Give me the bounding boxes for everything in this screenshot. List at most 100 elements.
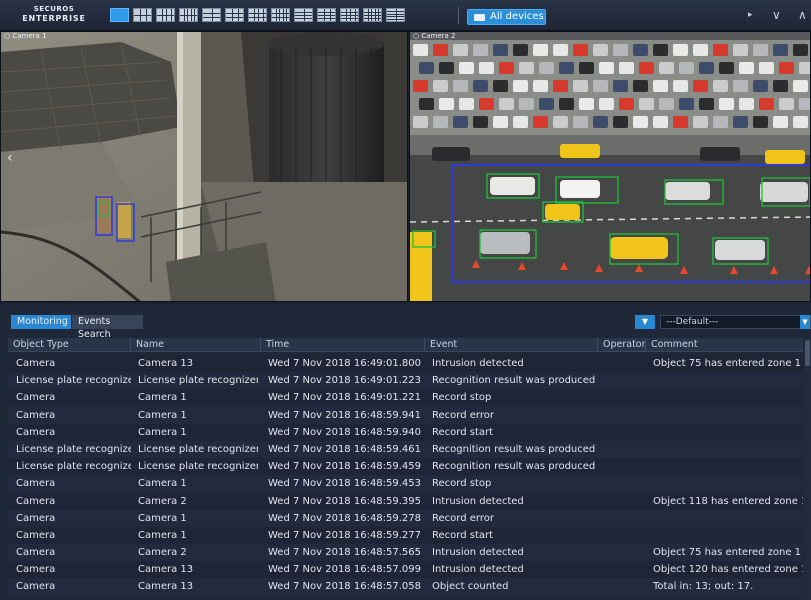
layout-grid-icon[interactable]	[294, 8, 313, 22]
table-row[interactable]: License plate recognizer License plate re…	[8, 372, 803, 390]
layout-grid-icon[interactable]	[271, 8, 290, 22]
table-scrollbar[interactable]	[804, 338, 811, 600]
table-cell: Camera 1	[138, 392, 187, 404]
chevron-up-icon[interactable]: ∧	[798, 8, 807, 22]
all-devices-button[interactable]: All devices	[467, 9, 546, 25]
logo-line-1: SECUROS	[33, 5, 75, 13]
layout-grid-icon[interactable]	[386, 8, 405, 22]
table-cell: Camera 2	[138, 547, 187, 559]
table-cell: Camera	[16, 478, 56, 490]
table-cell: Camera 1	[138, 409, 187, 421]
table-cell	[597, 372, 645, 389]
table-row[interactable]: Camera Camera 2 Wed 7 Nov 2018 16:48:59.39…	[8, 492, 803, 510]
table-cell: Wed 7 Nov 2018 16:48:59.395	[268, 495, 422, 507]
layout-grid-icon[interactable]	[179, 8, 198, 22]
table-cell: Intrusion detected	[432, 358, 524, 369]
tab-monitoring[interactable]: Monitoring	[11, 315, 71, 329]
table-row[interactable]: Camera Camera 13 Wed 7 Nov 2018 16:48:57.0…	[8, 561, 803, 579]
table-cell: Record error	[432, 512, 494, 524]
table-cell: Camera	[16, 426, 56, 438]
table-row[interactable]: Camera Camera 2 Wed 7 Nov 2018 16:48:57.56…	[8, 544, 803, 562]
layout-grid-icon[interactable]	[202, 8, 221, 22]
table-row[interactable]: Camera Camera 1 Wed 7 Nov 2018 16:48:59.94…	[8, 406, 803, 424]
table-cell: Camera	[16, 512, 56, 524]
filter-preset-select[interactable]: ---Default--- ▼	[660, 315, 811, 329]
camera-2-title: ○ Camera 2	[413, 32, 456, 40]
table-cell: Camera 1	[138, 529, 187, 541]
layout-selector	[110, 8, 405, 24]
column-header-comment[interactable]: Comment	[645, 338, 803, 352]
column-header-time[interactable]: Time	[260, 338, 424, 352]
monitor-icon	[474, 14, 485, 21]
table-cell: Camera 13	[138, 564, 194, 576]
table-cell: Intrusion detected	[432, 547, 524, 559]
layout-grid-icon[interactable]	[317, 8, 336, 22]
column-header-operator[interactable]: Operator	[597, 338, 646, 352]
table-cell: Camera	[16, 564, 56, 576]
table-cell	[645, 458, 803, 475]
table-cell: Object 75 has entered zone 1	[653, 547, 802, 559]
column-header-object-type[interactable]: Object Type	[8, 338, 131, 352]
table-cell: License plate recognizer 1	[138, 443, 258, 455]
table-cell	[597, 424, 645, 441]
camera-view-2[interactable]: ○ Camera 2	[409, 31, 811, 302]
table-cell: Record stop	[432, 392, 492, 404]
table-cell	[597, 561, 645, 578]
table-row[interactable]: Camera Camera 1 Wed 7 Nov 2018 16:49:01.22…	[8, 389, 803, 407]
column-header-name[interactable]: Name	[130, 338, 258, 352]
layout-grid-icon[interactable]	[225, 8, 244, 22]
table-cell	[645, 441, 803, 458]
camera-2-label: Camera 2	[421, 32, 456, 40]
tab-events-search[interactable]: Events Search	[72, 315, 143, 340]
table-cell: Camera 13	[138, 581, 194, 593]
table-cell	[645, 510, 803, 527]
table-cell	[597, 493, 645, 510]
layout-grid-icon[interactable]	[133, 8, 152, 22]
layout-grid-icon[interactable]	[248, 8, 267, 22]
table-cell	[597, 389, 645, 406]
layout-grid-icon[interactable]	[340, 8, 359, 22]
column-header-event[interactable]: Event	[424, 338, 598, 352]
table-cell	[597, 527, 645, 544]
table-header: Object Type Name Time Event Operator Com…	[8, 338, 803, 352]
camera-1-feed: ‹	[1, 32, 407, 301]
table-cell: Wed 7 Nov 2018 16:49:01.223	[268, 375, 422, 387]
logo-line-2: ENTERPRISE	[22, 14, 86, 23]
table-row[interactable]: Camera Camera 13 Wed 7 Nov 2018 16:49:01.8…	[8, 355, 803, 373]
table-cell	[645, 527, 803, 544]
scrollbar-thumb[interactable]	[805, 340, 810, 366]
table-cell: Camera	[16, 392, 56, 404]
table-row[interactable]: License plate recognizer License plate re…	[8, 458, 803, 476]
table-cell: Recognition result was produced	[432, 443, 596, 455]
table-row[interactable]: Camera Camera 13 Wed 7 Nov 2018 16:48:57.0…	[8, 578, 803, 596]
table-cell	[597, 475, 645, 492]
table-cell	[597, 544, 645, 561]
table-cell: Camera 1	[138, 478, 187, 490]
table-cell	[645, 407, 803, 424]
table-cell: Camera	[16, 495, 56, 507]
table-row[interactable]: Camera Camera 1 Wed 7 Nov 2018 16:48:59.94…	[8, 423, 803, 441]
camera-view-1[interactable]: ○ Camera 1 ‹	[0, 31, 408, 302]
table-cell: Record stop	[432, 478, 492, 490]
all-devices-label: All devices	[490, 11, 544, 22]
layout-grid-icon[interactable]	[110, 8, 129, 22]
table-row[interactable]: Camera Camera 1 Wed 7 Nov 2018 16:48:59.27…	[8, 509, 803, 527]
camera-2-feed	[410, 32, 810, 301]
table-cell: License plate recognizer 1	[138, 461, 258, 473]
table-cell: Camera 2	[138, 495, 187, 507]
table-cell: Wed 7 Nov 2018 16:49:01.800	[268, 358, 422, 369]
table-cell: License plate recognizer	[16, 375, 131, 387]
layout-grid-icon[interactable]	[156, 8, 175, 22]
table-row[interactable]: Camera Camera 1 Wed 7 Nov 2018 16:48:59.27…	[8, 526, 803, 545]
table-row[interactable]: License plate recognizer License plate re…	[8, 440, 803, 459]
camera-1-title: ○ Camera 1	[4, 32, 47, 40]
filter-icon[interactable]: ▼	[635, 315, 655, 329]
chevron-down-icon[interactable]: ∨	[772, 8, 781, 22]
play-icon[interactable]: ▸	[748, 8, 753, 22]
table-cell: Object 75 has entered zone 1	[653, 358, 802, 369]
top-toolbar: SECUROS ENTERPRISE All devices ▸ ∨ ∧	[0, 0, 811, 31]
table-row[interactable]: Camera Camera 1 Wed 7 Nov 2018 16:48:59.45…	[8, 475, 803, 493]
layout-grid-icon[interactable]	[363, 8, 382, 22]
table-cell	[597, 355, 645, 372]
table-cell: Wed 7 Nov 2018 16:48:59.278	[268, 512, 422, 524]
